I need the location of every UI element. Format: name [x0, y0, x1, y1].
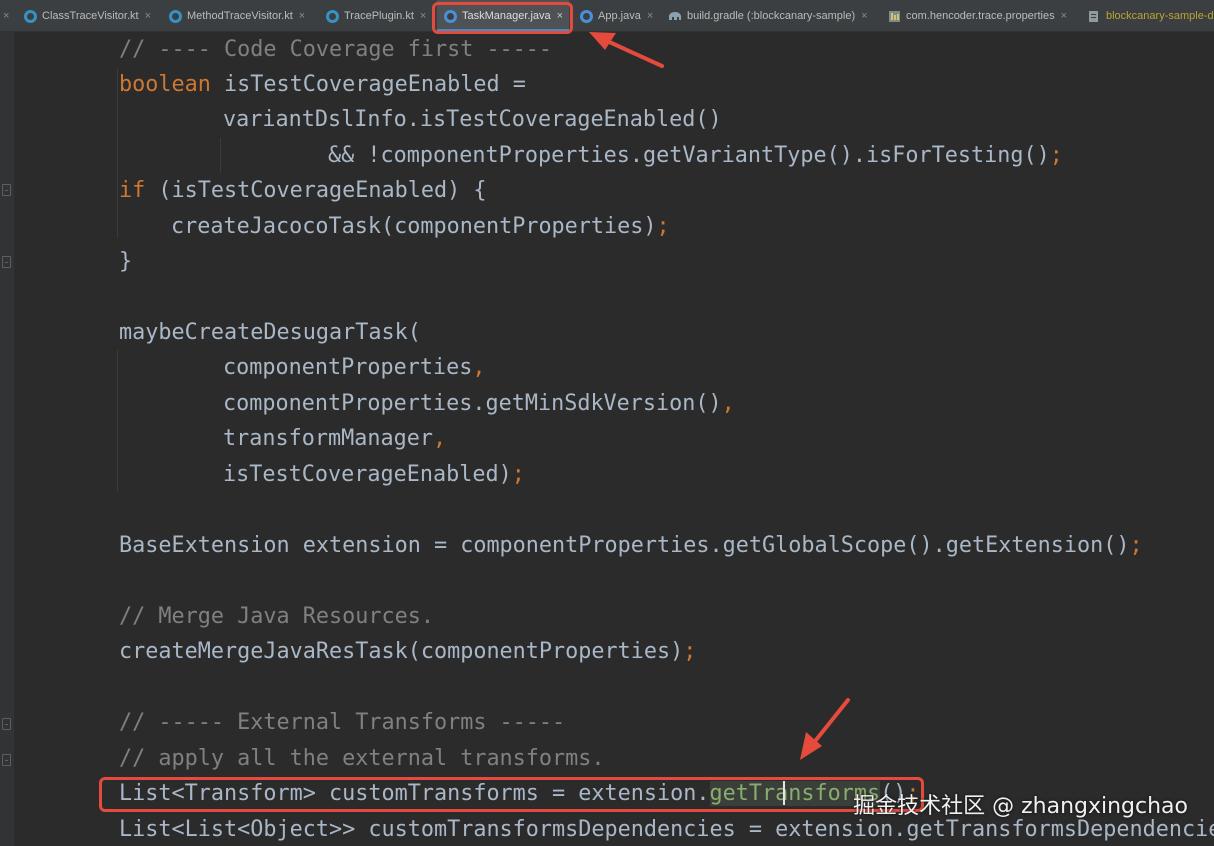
kotlin-class-icon	[326, 9, 339, 23]
fold-marker-icon[interactable]	[2, 754, 11, 766]
code-line: componentProperties.getMinSdkVersion(),	[223, 391, 735, 416]
code-line: transformManager,	[223, 426, 447, 451]
close-icon[interactable]: ×	[3, 10, 9, 22]
tab-label: MethodTraceVisitor.kt	[187, 10, 293, 22]
close-icon[interactable]: ×	[1061, 10, 1067, 22]
code-line: componentProperties,	[223, 355, 486, 380]
code-line: List<Transform> customTransforms = exten…	[119, 781, 920, 806]
code-line: boolean isTestCoverageEnabled =	[119, 72, 526, 97]
close-icon[interactable]: ×	[420, 10, 426, 22]
tab-label: TracePlugin.kt	[344, 10, 414, 22]
kotlin-class-icon	[169, 9, 182, 23]
tab-class-trace-visitor[interactable]: ClassTraceVisitor.kt ×	[24, 0, 151, 31]
indent-guide	[117, 68, 118, 238]
tab-task-manager[interactable]: TaskManager.java ×	[437, 0, 569, 31]
java-class-icon	[444, 9, 457, 23]
tab-label: ClassTraceVisitor.kt	[42, 10, 139, 22]
tab-label: TaskManager.java	[462, 10, 551, 22]
editor-gutter	[0, 32, 14, 846]
tab-label: com.hencoder.trace.properties	[906, 10, 1055, 22]
close-icon[interactable]: ×	[299, 10, 305, 22]
code-line: if (isTestCoverageEnabled) {	[119, 178, 487, 203]
tab-label: App.java	[598, 10, 641, 22]
indent-guide	[220, 138, 221, 173]
code-line: isTestCoverageEnabled);	[223, 462, 525, 487]
close-icon[interactable]: ×	[647, 10, 653, 22]
text-caret	[783, 781, 785, 805]
tab-method-trace-visitor[interactable]: MethodTraceVisitor.kt ×	[169, 0, 305, 31]
module-file-icon	[1088, 10, 1101, 23]
indent-guide	[117, 350, 118, 492]
close-icon[interactable]: ×	[145, 10, 151, 22]
code-line: variantDslInfo.isTestCoverageEnabled()	[223, 107, 722, 132]
tab-label: blockcanary-sample-d	[1106, 10, 1214, 22]
java-class-icon	[580, 9, 593, 23]
tab-label: build.gradle (:blockcanary-sample)	[687, 10, 856, 22]
tab-app[interactable]: App.java ×	[580, 0, 653, 31]
tab-trace-plugin[interactable]: TracePlugin.kt ×	[326, 0, 426, 31]
tab-overflow[interactable]: ×	[0, 0, 18, 31]
code-line: // apply all the external transforms.	[119, 746, 605, 771]
close-icon[interactable]: ×	[557, 10, 563, 22]
tab-build-gradle[interactable]: build.gradle (:blockcanary-sample) ×	[668, 0, 868, 31]
code-editor[interactable]: // ---- Code Coverage first ----- boolea…	[14, 32, 1214, 846]
code-line: // ----- External Transforms -----	[119, 710, 566, 735]
fold-marker-icon[interactable]	[2, 718, 11, 730]
gradle-elephant-icon	[668, 11, 682, 21]
properties-file-icon	[888, 10, 901, 23]
watermark-text: 掘金技术社区 @ zhangxingchao	[853, 794, 1188, 819]
code-line: BaseExtension extension = componentPrope…	[119, 533, 1143, 558]
code-line: // ---- Code Coverage first -----	[119, 37, 553, 62]
code-line: }	[119, 249, 133, 274]
code-line: && !componentProperties.getVariantType()…	[328, 143, 1063, 168]
tab-trace-properties[interactable]: com.hencoder.trace.properties ×	[888, 0, 1067, 31]
close-icon[interactable]: ×	[861, 10, 867, 22]
code-line: // Merge Java Resources.	[119, 604, 434, 629]
code-line: createJacocoTask(componentProperties);	[171, 214, 670, 239]
kotlin-class-icon	[24, 9, 37, 23]
fold-marker-icon[interactable]	[2, 256, 11, 268]
tab-blockcanary-sample[interactable]: blockcanary-sample-d	[1088, 0, 1214, 31]
editor-tab-bar: × ClassTraceVisitor.kt × MethodTraceVisi…	[0, 0, 1214, 32]
fold-marker-icon[interactable]	[2, 184, 11, 196]
code-line: createMergeJavaResTask(componentProperti…	[119, 639, 697, 664]
code-line: maybeCreateDesugarTask(	[119, 320, 421, 345]
